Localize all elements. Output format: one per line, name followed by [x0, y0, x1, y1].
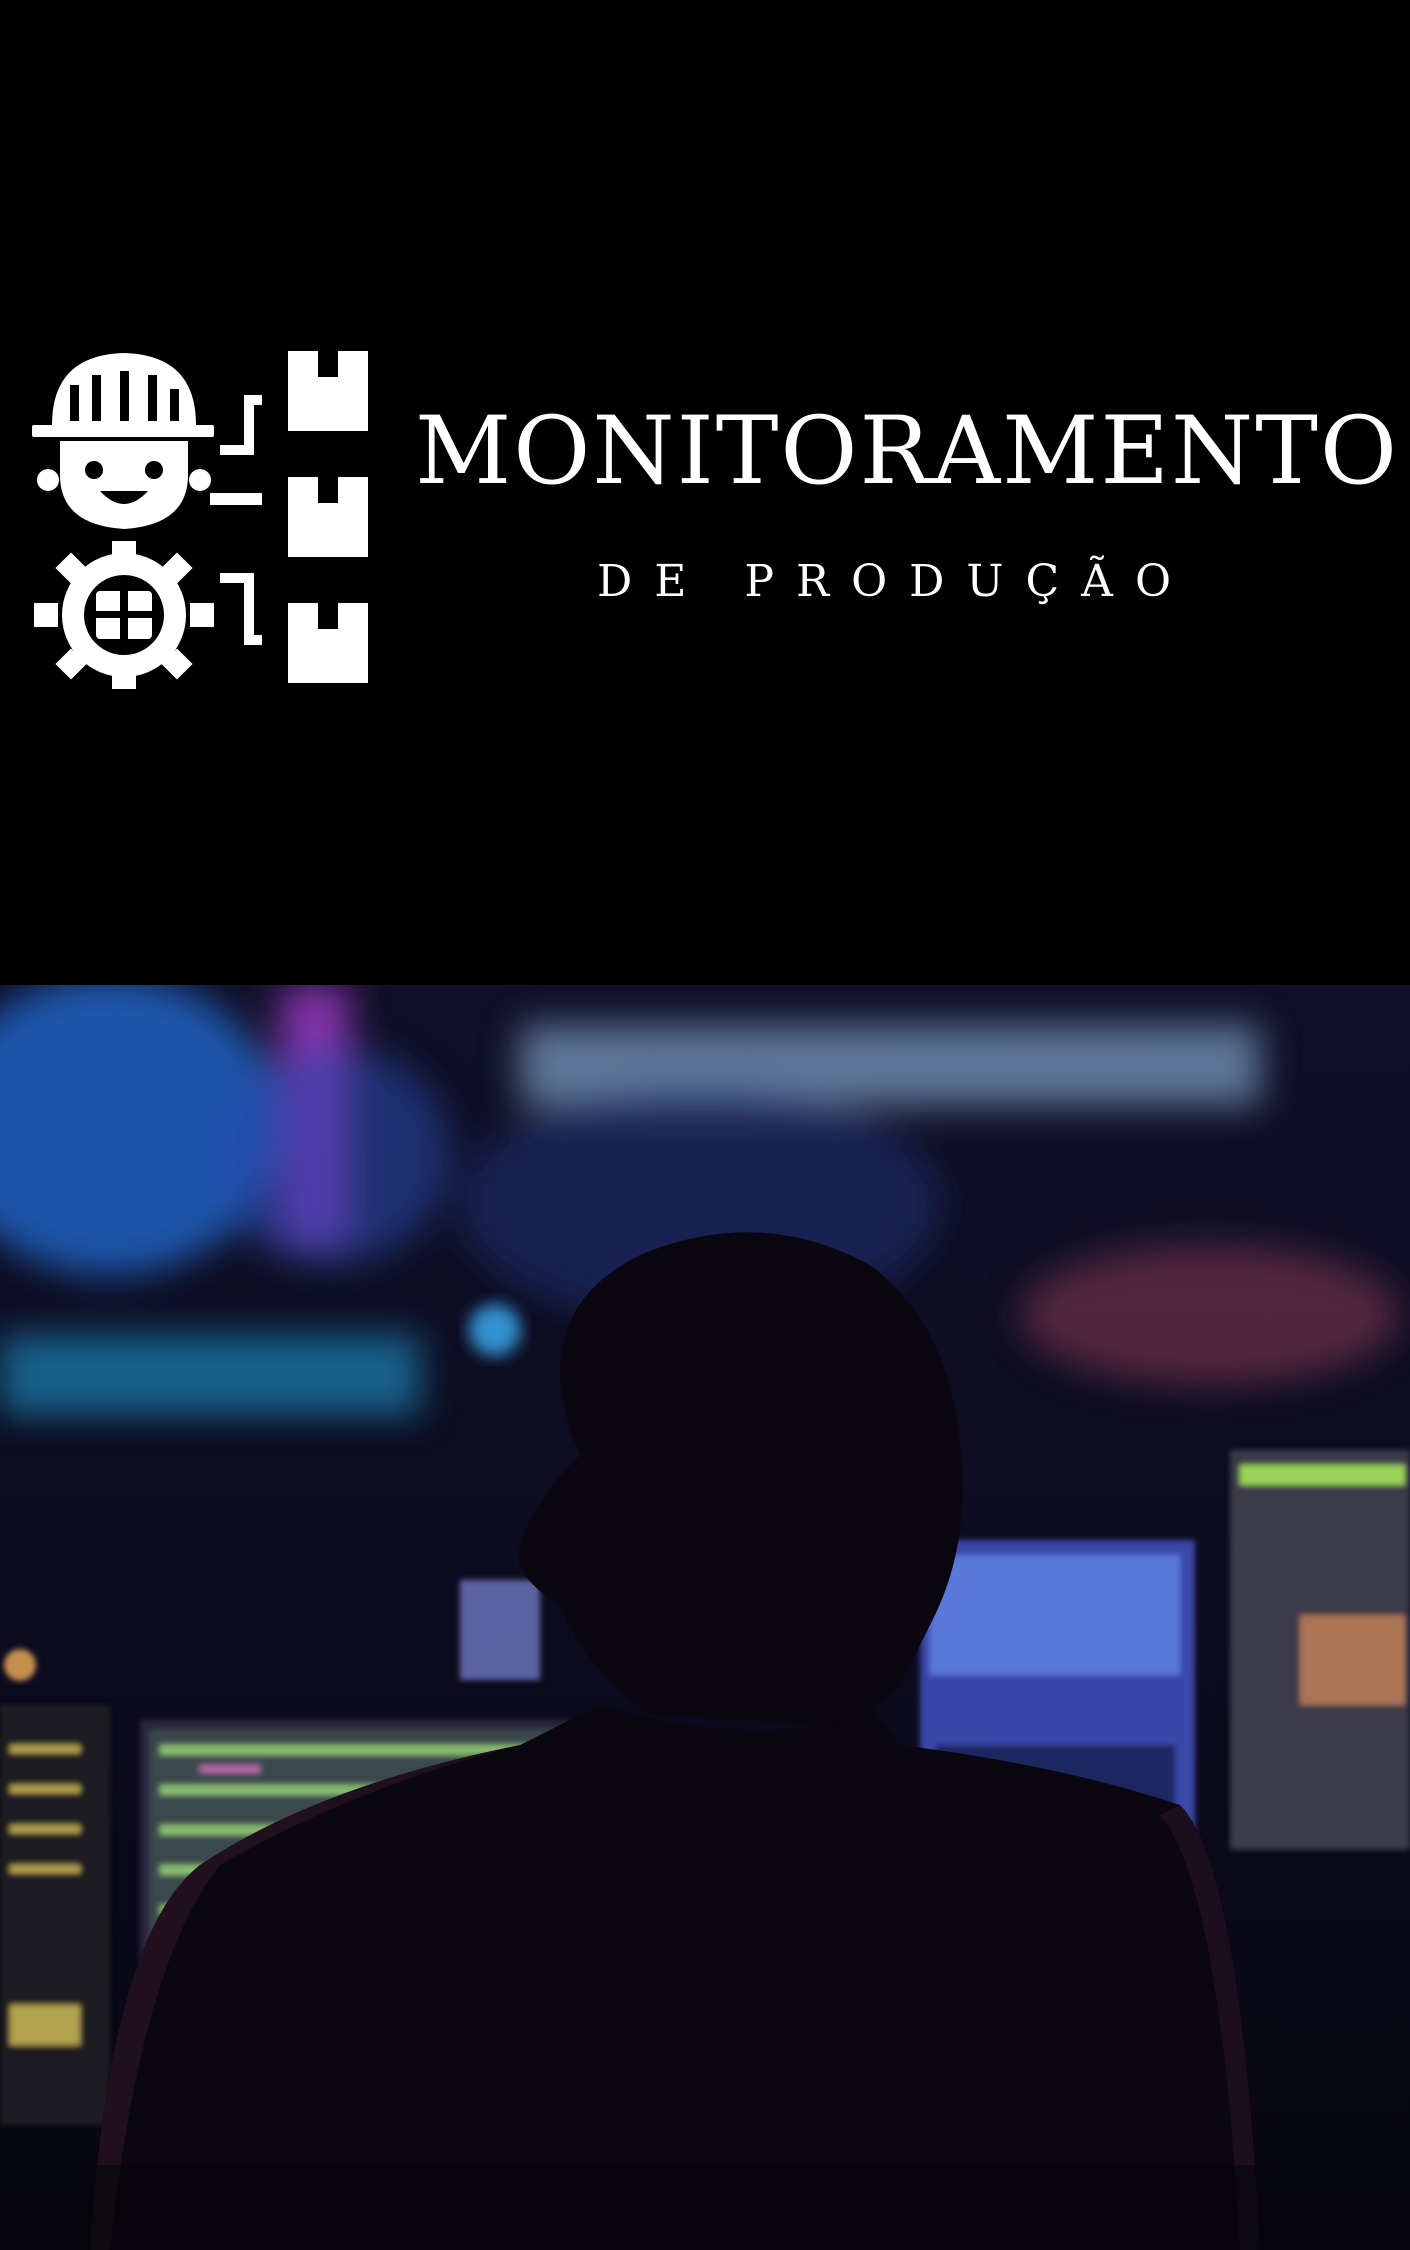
cover-header: MONITORAMENTO DE PRODUÇÃO [0, 0, 1410, 985]
cover-title: MONITORAMENTO [415, 397, 1399, 506]
cover-subtitle: DE PRODUÇÃO [596, 556, 1194, 607]
worker-production-icon [30, 345, 370, 690]
control-room-operator-image [0, 985, 1410, 2250]
